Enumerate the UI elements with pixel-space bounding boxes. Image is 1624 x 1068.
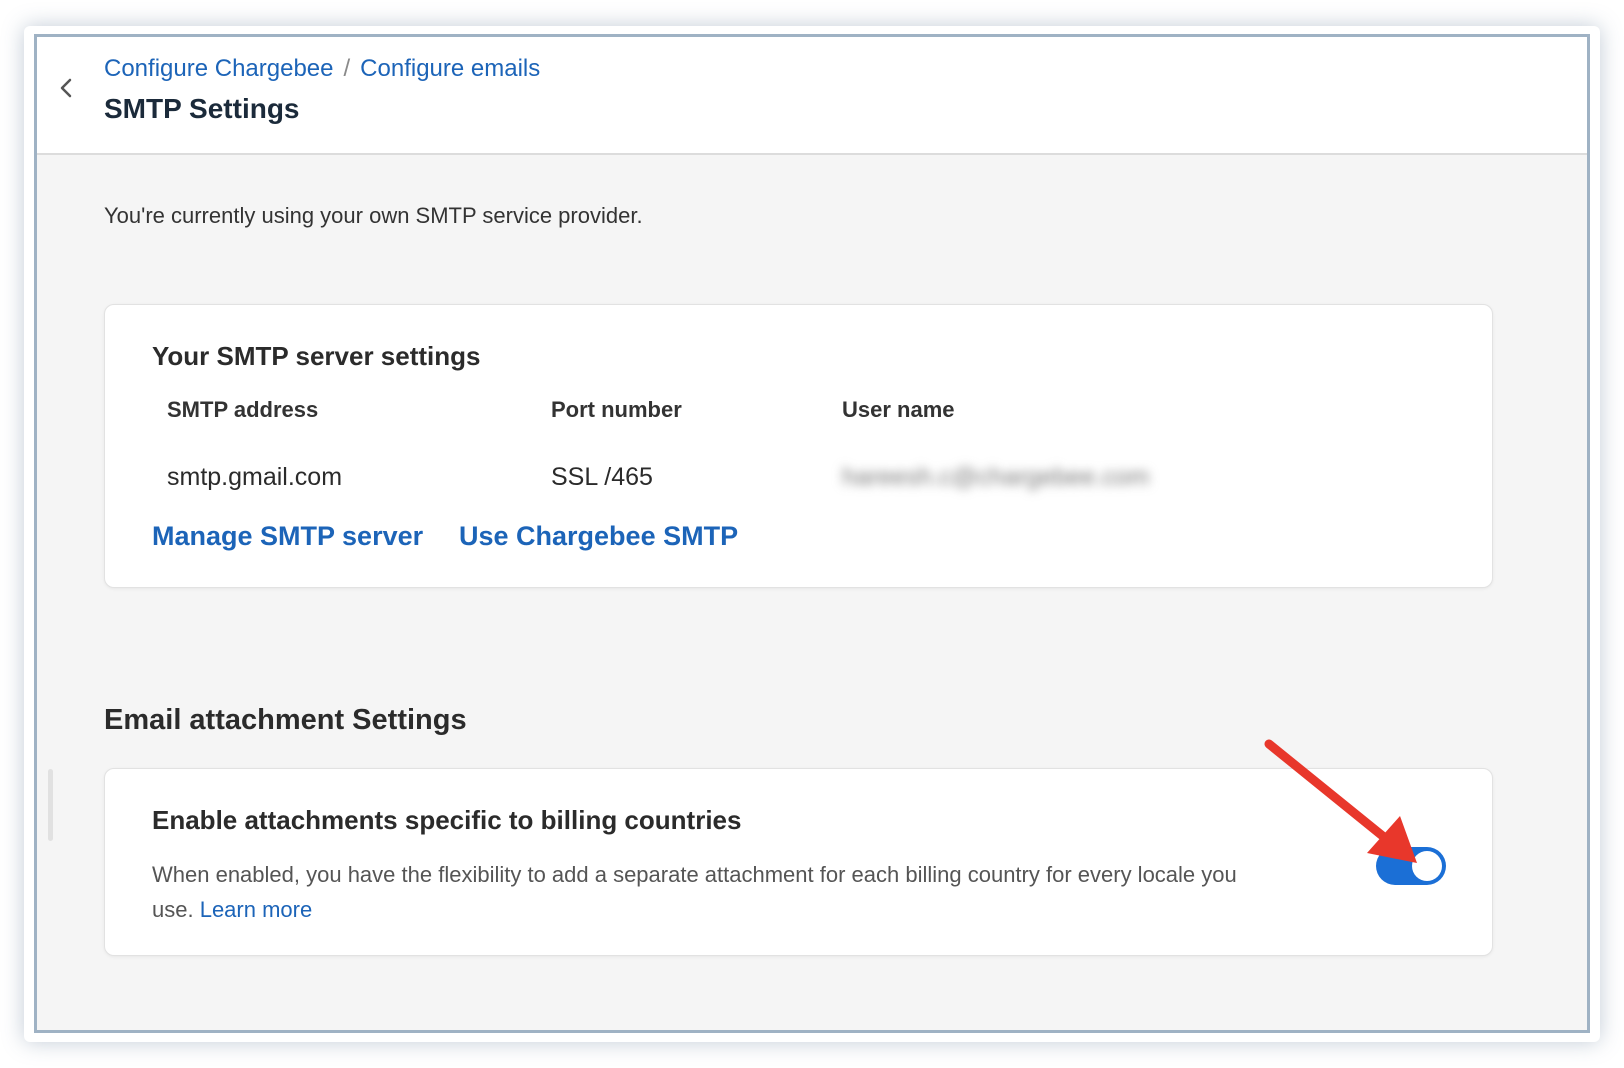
settings-window: Configure Chargebee / Configure emails S… <box>34 34 1590 1033</box>
use-chargebee-smtp-link[interactable]: Use Chargebee SMTP <box>459 521 738 552</box>
breadcrumb-configure-emails[interactable]: Configure emails <box>360 55 540 83</box>
manage-smtp-server-link[interactable]: Manage SMTP server <box>152 521 423 552</box>
back-button[interactable] <box>51 71 81 105</box>
page-title: SMTP Settings <box>104 93 300 124</box>
scroll-indicator <box>48 769 53 841</box>
chevron-left-icon <box>60 78 72 98</box>
smtp-status-text: You're currently using your own SMTP ser… <box>104 203 643 228</box>
smtp-settings-card: Your SMTP server settings SMTP address P… <box>104 304 1493 588</box>
learn-more-link[interactable]: Learn more <box>200 897 313 922</box>
breadcrumb-separator: / <box>343 55 351 82</box>
port-number-label: Port number <box>551 397 682 422</box>
breadcrumb: Configure Chargebee / Configure emails <box>104 55 540 83</box>
user-name-label: User name <box>842 397 955 422</box>
port-number-value: SSL /465 <box>551 463 653 491</box>
attachment-description-text: When enabled, you have the flexibility t… <box>152 862 1237 922</box>
red-annotation-arrow-icon <box>1264 739 1417 863</box>
smtp-address-label: SMTP address <box>167 397 319 422</box>
email-attachment-section-title: Email attachment Settings <box>104 704 467 736</box>
breadcrumb-configure-chargebee[interactable]: Configure Chargebee <box>104 55 334 83</box>
attachment-setting-title: Enable attachments specific to billing c… <box>152 805 742 835</box>
page-header: Configure Chargebee / Configure emails S… <box>37 37 1587 155</box>
smtp-address-value: smtp.gmail.com <box>167 463 343 491</box>
attachment-setting-description: When enabled, you have the flexibility t… <box>152 857 1272 927</box>
user-name-value-redacted: hareesh.c@chargebee.com <box>842 463 1150 491</box>
smtp-card-title: Your SMTP server settings <box>152 341 481 371</box>
